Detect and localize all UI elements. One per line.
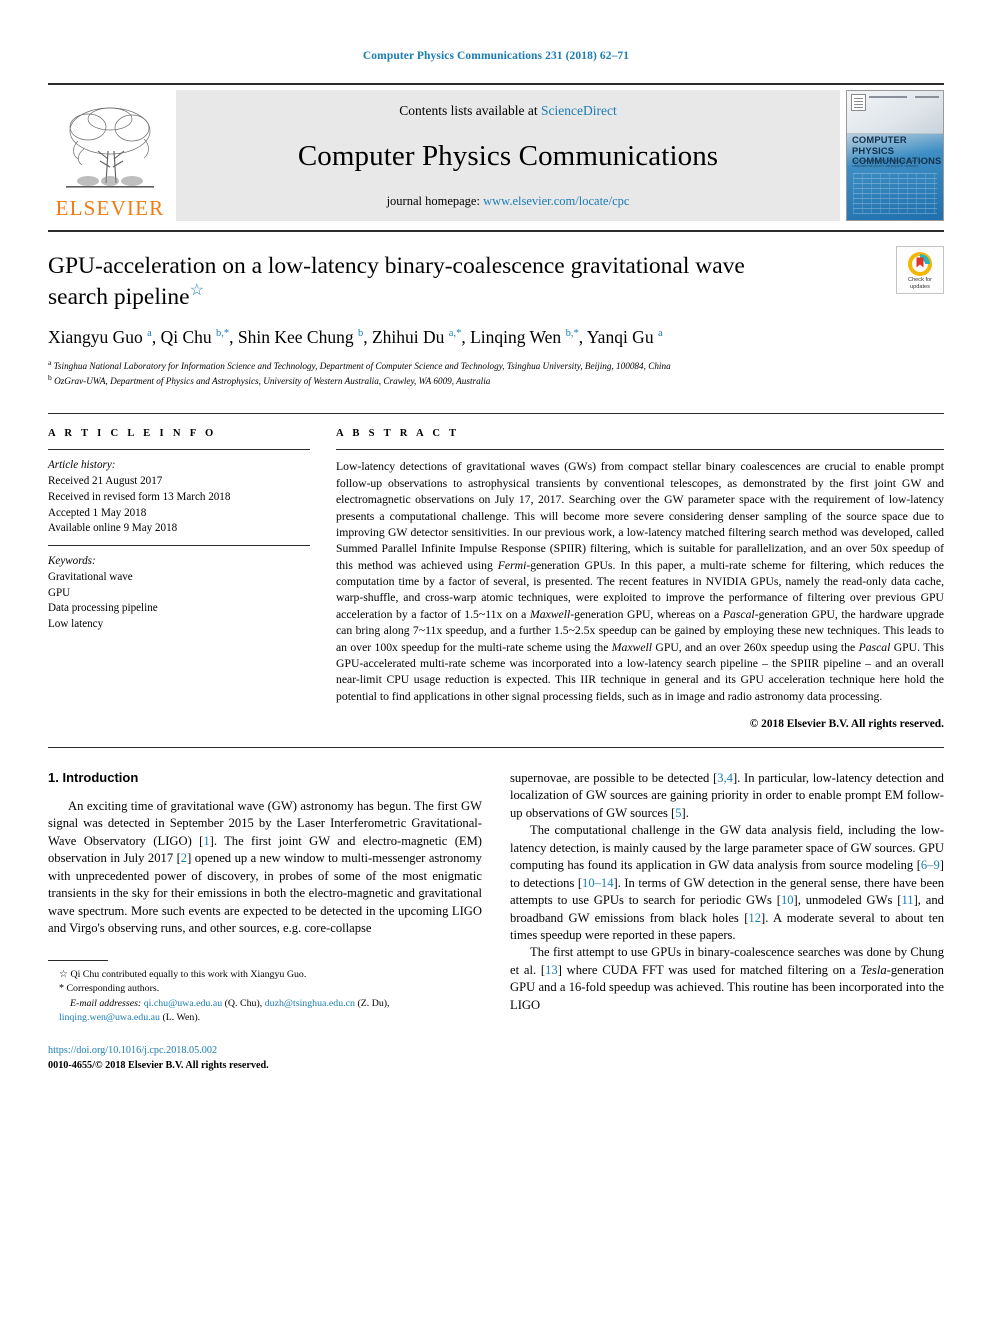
body-columns: 1. Introduction An exciting time of grav… <box>48 770 944 1073</box>
issn-copyright-line: 0010-4655/© 2018 Elsevier B.V. All right… <box>48 1059 269 1071</box>
homepage-prefix: journal homepage: <box>386 194 484 208</box>
footnote-rule <box>48 959 108 961</box>
affiliation-b: b OzGrav-UWA, Department of Physics and … <box>48 373 944 388</box>
body-column-left: 1. Introduction An exciting time of grav… <box>48 770 482 1073</box>
affiliation-b-marker: b <box>48 372 52 382</box>
body-paragraph: The computational challenge in the GW da… <box>510 823 944 942</box>
affiliation-b-text: OzGrav-UWA, Department of Physics and As… <box>54 375 491 386</box>
cover-rule-left <box>869 96 907 98</box>
abstract-heading: A B S T R A C T <box>336 428 460 440</box>
crossmark-badge[interactable]: Check for updates <box>896 246 944 294</box>
history-revised: Received in revised form 13 March 2018 <box>48 490 231 503</box>
copyright-line: © 2018 Elsevier B.V. All rights reserved… <box>749 718 944 731</box>
keywords-block: Keywords: Gravitational wave GPU Data pr… <box>48 554 310 633</box>
article-history-block: Article history: Received 21 August 2017… <box>48 458 310 537</box>
affiliation-a-text: Tsinghua National Laboratory for Informa… <box>53 360 671 371</box>
article-info-column: A R T I C L E I N F O Article history: R… <box>48 428 336 730</box>
keyword-item: Data processing pipeline <box>48 602 158 615</box>
cover-header-band <box>847 91 943 134</box>
journal-title: Computer Physics Communications <box>297 140 719 172</box>
journal-homepage-link[interactable]: www.elsevier.com/locate/cpc <box>483 194 629 208</box>
title-area: GPU-acceleration on a low-latency binary… <box>48 232 944 387</box>
history-accepted: Accepted 1 May 2018 <box>48 506 147 519</box>
abstract-column: A B S T R A C T Low-latency detections o… <box>336 428 944 730</box>
page-title: GPU-acceleration on a low-latency binary… <box>48 252 808 311</box>
paper-page: Computer Physics Communications 231 (201… <box>0 0 992 1323</box>
cover-rule-right <box>915 96 939 98</box>
body-paragraph: The first attempt to use GPUs in binary-… <box>510 945 944 1012</box>
affiliation-a: a Tsinghua National Laboratory for Infor… <box>48 358 944 373</box>
masthead-center-panel: Contents lists available at ScienceDirec… <box>176 90 840 221</box>
article-history-label: Article history: <box>48 459 116 472</box>
affiliation-a-marker: a <box>48 357 52 367</box>
crossmark-line-1: Check for <box>908 276 932 283</box>
sciencedirect-link[interactable]: ScienceDirect <box>541 103 617 118</box>
intro-text-right: supernovae, are possible to be detected … <box>510 770 944 1014</box>
footnotes-block: ☆ Qi Chu contributed equally to this wor… <box>48 959 482 1074</box>
footnote-asterisk-marker: * <box>59 983 64 995</box>
email-label: E-mail addresses: <box>70 997 142 1009</box>
contents-available-line: Contents lists available at ScienceDirec… <box>399 103 616 119</box>
info-abstract-row: A R T I C L E I N F O Article history: R… <box>48 413 944 730</box>
body-column-right: supernovae, are possible to be detected … <box>510 770 944 1073</box>
keyword-item: Gravitational wave <box>48 570 133 583</box>
crossmark-logo-icon <box>908 251 932 276</box>
cover-title-line-1: COMPUTER PHYSICS <box>852 134 907 156</box>
title-footnote-marker: ☆ <box>189 281 204 299</box>
body-paragraph: supernovae, are possible to be detected … <box>510 771 944 820</box>
section-heading-introduction: 1. Introduction <box>48 770 139 786</box>
abstract-rule <box>336 449 944 451</box>
keyword-item: Low latency <box>48 618 104 631</box>
journal-cover-thumbnail: COMPUTER PHYSICS COMMUNICATIONS An inter… <box>846 90 944 221</box>
running-head: Computer Physics Communications 231 (201… <box>362 50 630 62</box>
footnote-emails: E-mail addresses: qi.chu@uwa.edu.au (Q. … <box>48 997 482 1026</box>
cover-texture <box>853 173 937 214</box>
contents-prefix: Contents lists available at <box>399 103 541 118</box>
cover-subtitle: An international journal and program lib… <box>852 159 922 168</box>
abstract-text: Low-latency detections of gravitational … <box>336 459 944 705</box>
abstract-paragraph: Low-latency detections of gravitational … <box>336 460 944 703</box>
crossmark-label: Check for updates <box>908 277 932 291</box>
keywords-label: Keywords: <box>48 555 96 568</box>
history-online: Available online 9 May 2018 <box>48 522 178 535</box>
footnote-star-text: Qi Chu contributed equally to this work … <box>70 968 307 980</box>
abstract-bottom-rule <box>48 747 944 749</box>
paper-title-text: GPU-acceleration on a low-latency binary… <box>48 253 745 310</box>
footnote-asterisk-text: Corresponding authors. <box>66 983 160 995</box>
footnote-star: ☆ Qi Chu contributed equally to this wor… <box>48 968 482 983</box>
journal-masthead: ELSEVIER Contents lists available at Sci… <box>48 83 944 221</box>
doi-link[interactable]: https://doi.org/10.1016/j.cpc.2018.05.00… <box>48 1044 482 1058</box>
journal-homepage-line: journal homepage: www.elsevier.com/locat… <box>387 194 630 209</box>
article-info-heading: A R T I C L E I N F O <box>48 428 217 440</box>
affiliations: a Tsinghua National Laboratory for Infor… <box>48 358 944 388</box>
footnote-star-marker: ☆ <box>59 968 68 980</box>
body-paragraph: An exciting time of gravitational wave (… <box>48 799 482 936</box>
footnote-asterisk: * Corresponding authors. <box>48 982 482 997</box>
history-received: Received 21 August 2017 <box>48 475 163 488</box>
elsevier-logo: ELSEVIER <box>48 90 172 221</box>
keyword-item: GPU <box>48 586 71 599</box>
author-list: Xiangyu Guo a, Qi Chu b,*, Shin Kee Chun… <box>48 327 663 348</box>
article-info-rule-mid <box>48 545 310 547</box>
article-info-rule-top <box>48 449 310 451</box>
crossmark-line-2: updates <box>910 283 930 290</box>
intro-text-left: An exciting time of gravitational wave (… <box>48 798 482 938</box>
elsevier-tree-icon <box>66 107 154 188</box>
elsevier-wordmark: ELSEVIER <box>55 196 165 220</box>
cover-elsevier-mark-icon <box>851 94 866 111</box>
doi-block: https://doi.org/10.1016/j.cpc.2018.05.00… <box>48 1044 482 1073</box>
